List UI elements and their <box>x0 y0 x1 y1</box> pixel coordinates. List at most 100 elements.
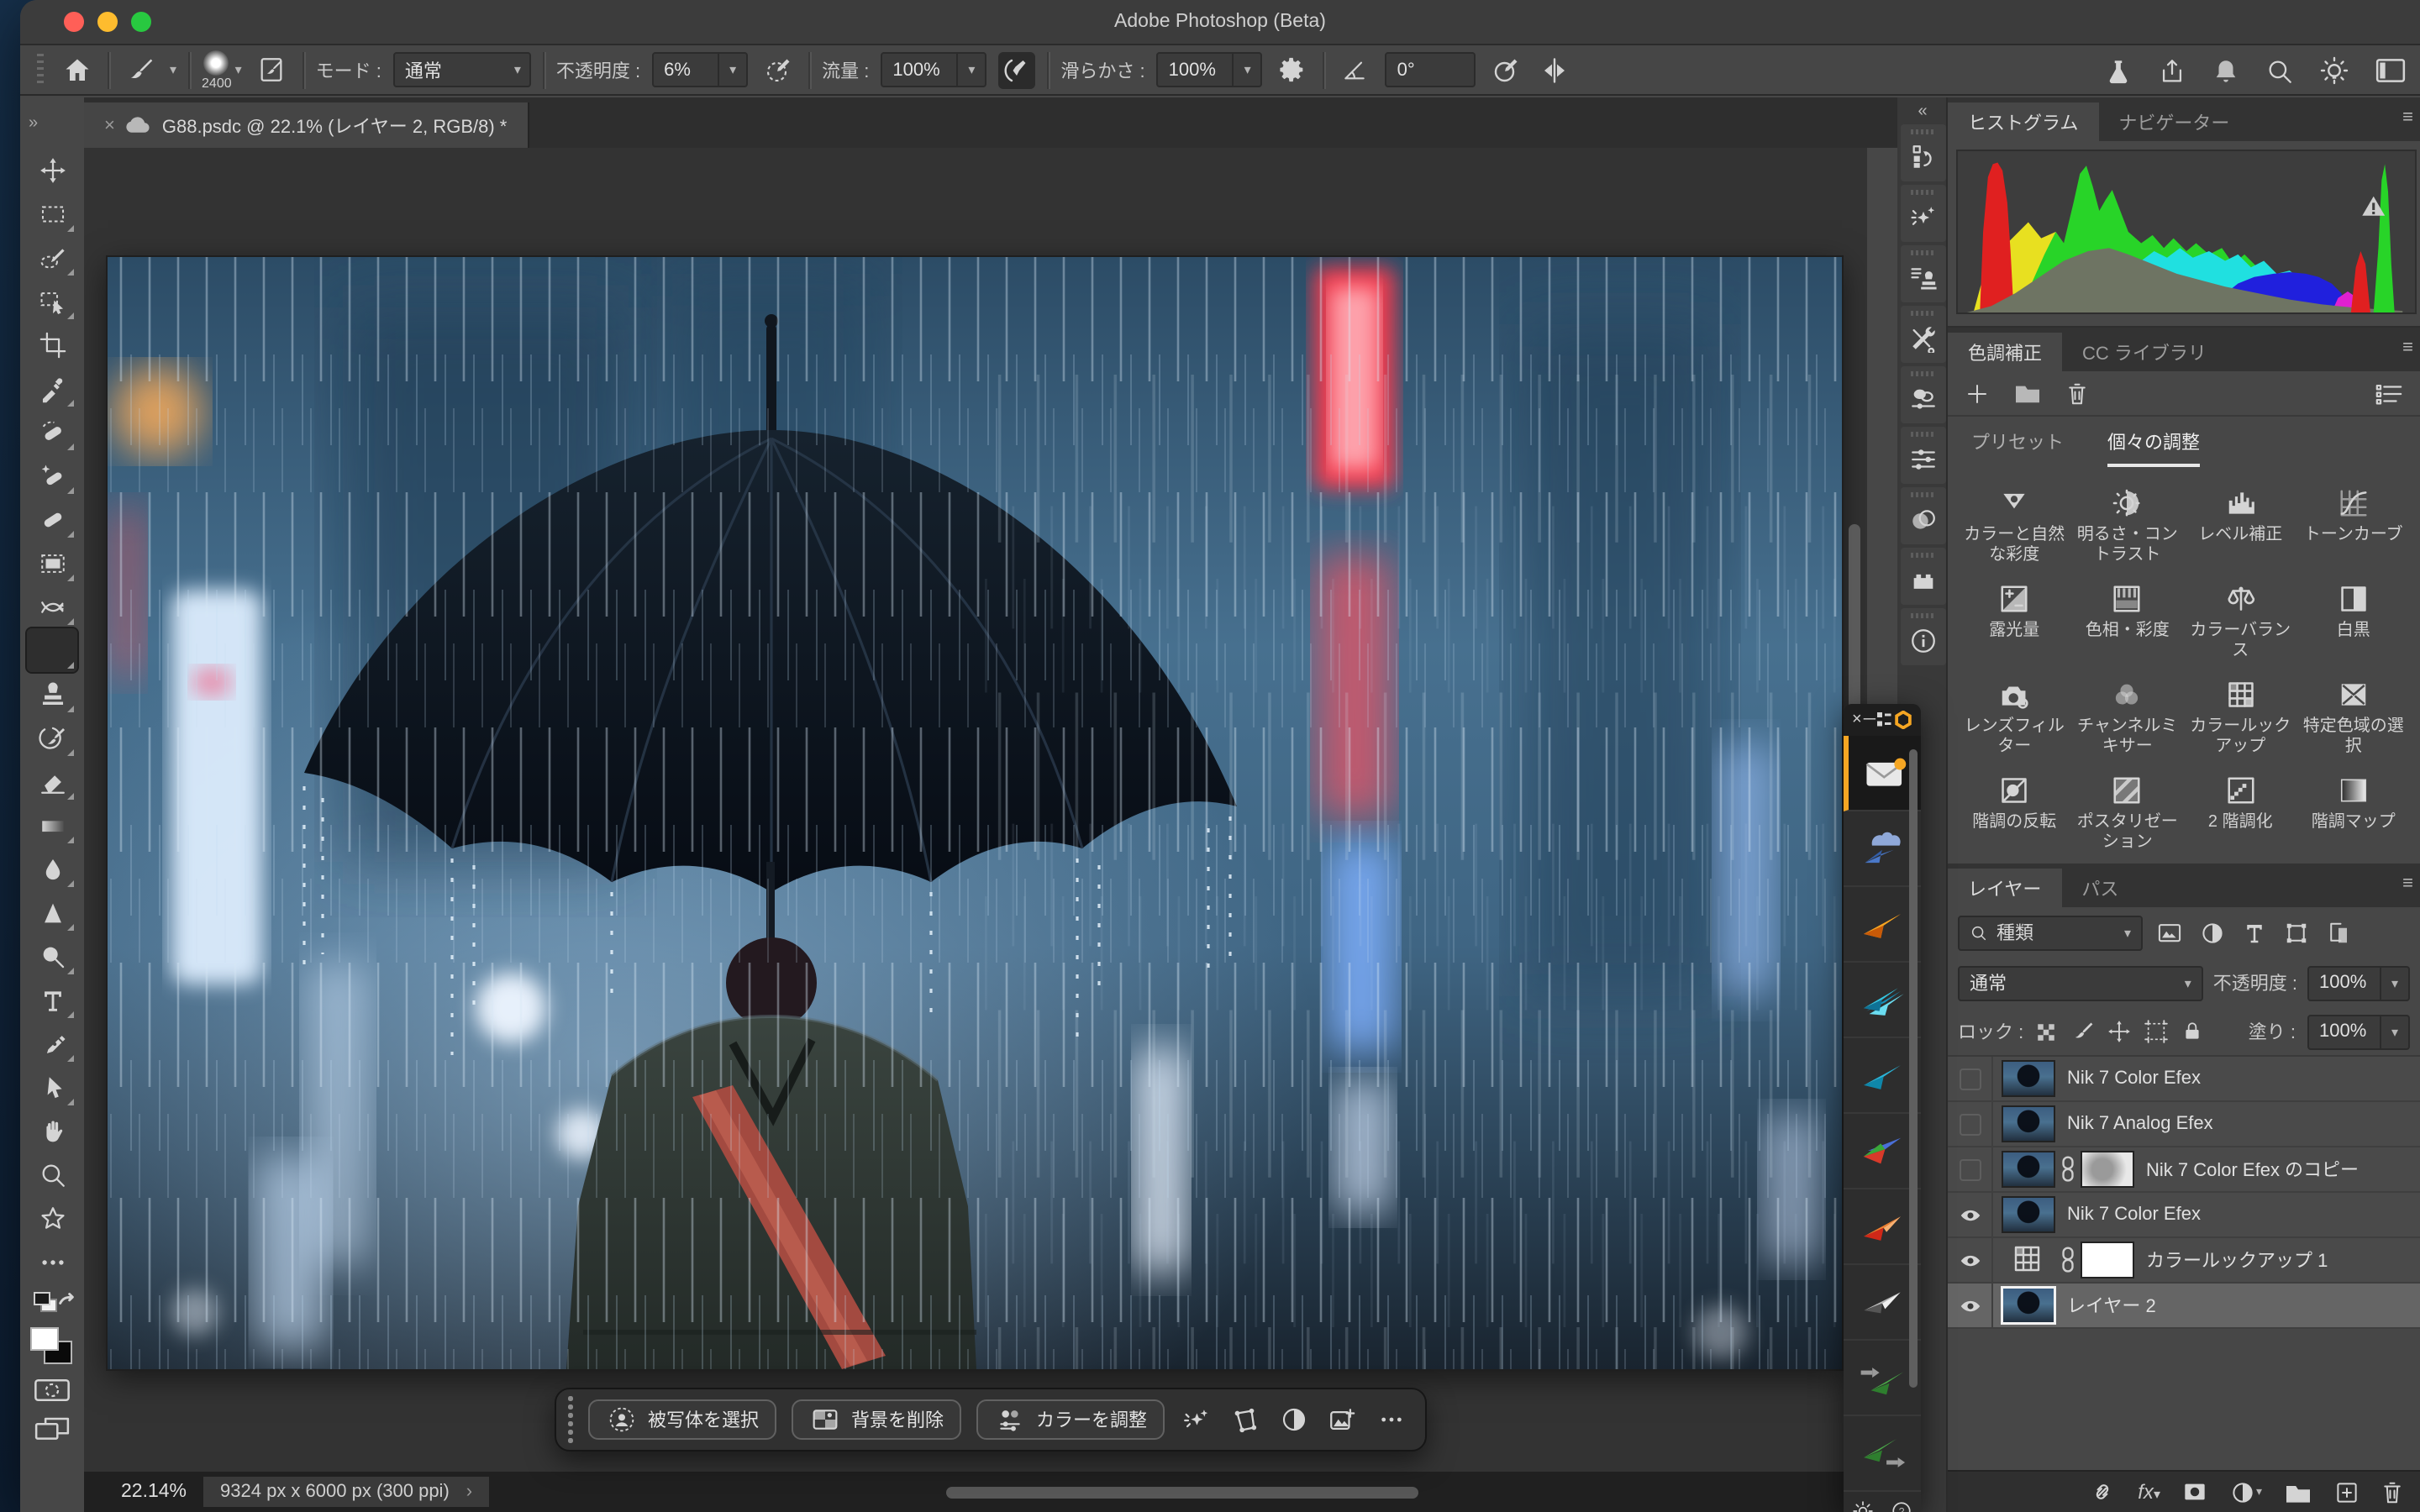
subtab-presets[interactable]: プリセット <box>1971 428 2064 467</box>
smoothing-field[interactable]: 100%▾ <box>1157 52 1263 87</box>
settings-gear-icon[interactable] <box>1852 1499 1874 1512</box>
adjustment-invert[interactable]: 階調の反転 <box>1958 774 2071 853</box>
layer-name[interactable]: Nik 7 Color Efex <box>2067 1068 2201 1089</box>
layer-thumbnail[interactable] <box>2003 1107 2054 1141</box>
zoom-window-button[interactable] <box>131 12 151 32</box>
new-layer-icon[interactable] <box>2334 1479 2360 1504</box>
remove-tool[interactable] <box>27 410 77 454</box>
tab-cc-libraries[interactable]: CC ライブラリ <box>2062 333 2227 371</box>
share-icon[interactable] <box>2158 56 2186 85</box>
layer-row[interactable]: Nik 7 Analog Efex <box>1948 1102 2420 1147</box>
pen-tool[interactable] <box>27 1021 77 1065</box>
brush-settings-gear-icon[interactable] <box>1275 51 1312 88</box>
dodge-tool[interactable] <box>27 934 77 978</box>
document-canvas-image[interactable] <box>108 257 1842 1369</box>
close-tab-icon[interactable]: × <box>104 115 115 135</box>
lock-artboard-icon[interactable] <box>2144 1020 2168 1043</box>
minimize-icon[interactable]: ─ <box>1864 711 1876 729</box>
transform-icon[interactable] <box>1228 1405 1261 1434</box>
adjust-color-button[interactable]: カラーを調整 <box>976 1399 1164 1440</box>
canvas-vertical-scrollbar[interactable] <box>1849 524 1860 726</box>
link-layers-icon[interactable] <box>2089 1478 2116 1505</box>
new-adjustment-icon[interactable]: ▾ <box>2231 1479 2262 1504</box>
panel-icon-tool-presets[interactable] <box>1900 306 1945 363</box>
adjustment-curves[interactable]: トーンカーブ <box>2297 487 2411 566</box>
pressure-size-icon[interactable] <box>1488 51 1525 88</box>
adjustment-halfcircle-icon[interactable] <box>1276 1406 1310 1433</box>
patch-tool[interactable] <box>27 541 77 585</box>
object-selection-tool[interactable] <box>27 279 77 323</box>
spot-healing-tool[interactable] <box>27 454 77 497</box>
adjustment-photofilter[interactable]: レンズフィルター <box>1958 679 2071 758</box>
fill-field[interactable]: 100%▾ <box>2307 1014 2410 1049</box>
layer-filter-kind-select[interactable]: 種類▾ <box>1958 915 2143 950</box>
screen-mode-button[interactable] <box>20 1415 84 1441</box>
layer-thumbnail[interactable] <box>2003 1062 2054 1095</box>
layer-row[interactable]: Nik 7 Color Efex <box>1948 1057 2420 1102</box>
adjustment-bw[interactable]: 白黒 <box>2297 583 2411 662</box>
hand-tool[interactable] <box>27 1109 77 1152</box>
notifications-bell-icon[interactable] <box>2212 56 2240 85</box>
select-subject-button[interactable]: 被写体を選択 <box>587 1399 776 1440</box>
mode-select[interactable]: 通常▾ <box>393 52 531 87</box>
brush-preset-picker[interactable]: 2400 ▾ <box>202 50 242 90</box>
close-window-button[interactable] <box>64 12 84 32</box>
nik-panel-scrollbar[interactable] <box>1909 749 1918 1388</box>
layer-row[interactable]: Nik 7 Color Efex <box>1948 1193 2420 1238</box>
layer-thumbnail[interactable] <box>2003 1152 2054 1186</box>
beta-flask-icon[interactable] <box>2104 56 2133 85</box>
search-icon[interactable] <box>2265 56 2294 85</box>
layer-row[interactable]: レイヤー 2 <box>1948 1284 2420 1329</box>
eraser-tool[interactable] <box>27 759 77 803</box>
panel-menu-icon[interactable]: ≡ <box>2402 108 2413 128</box>
collapse-dock-icon[interactable]: « <box>1918 102 1927 120</box>
panel-menu-icon[interactable]: ≡ <box>2402 874 2413 894</box>
panel-icon-color-mixer[interactable] <box>1900 487 1945 544</box>
options-grip[interactable] <box>37 53 44 87</box>
layer-name[interactable]: Nik 7 Color Efex のコピー <box>2146 1156 2359 1183</box>
foreground-background-swatches[interactable] <box>27 1317 77 1368</box>
airbrush-icon[interactable] <box>998 51 1035 88</box>
delete-layer-icon[interactable] <box>2381 1479 2403 1504</box>
panel-icon-info[interactable] <box>1900 608 1945 665</box>
document-tab[interactable]: × G88.psdc @ 22.1% (レイヤー 2, RGB/8) * <box>84 102 529 148</box>
lock-all-icon[interactable] <box>2181 1020 2203 1043</box>
zoom-level-value[interactable]: 22.14% <box>121 1482 187 1502</box>
layer-visibility-empty[interactable] <box>1948 1102 1993 1146</box>
symmetry-icon[interactable] <box>1537 51 1574 88</box>
layer-visibility-eye-icon[interactable] <box>1948 1193 1993 1236</box>
layer-name[interactable]: Nik 7 Color Efex <box>2067 1205 2201 1225</box>
tab-adjustments[interactable]: 色調補正 <box>1948 333 2062 371</box>
adjustment-vibrance[interactable]: カラーと自然な彩度 <box>1958 487 2071 566</box>
brush-tool-caret[interactable]: ▾ <box>170 62 176 77</box>
adjustment-lut[interactable]: カラールックアップ <box>2184 679 2297 758</box>
nik-panel-header[interactable]: × ─ <box>1844 704 1921 736</box>
layer-thumbnail[interactable] <box>2003 1198 2054 1231</box>
foreground-color[interactable] <box>30 1327 59 1351</box>
subtab-single-adjustments[interactable]: 個々の調整 <box>2107 428 2200 467</box>
layer-mask-link-icon[interactable] <box>2060 1247 2075 1273</box>
layer-name[interactable]: カラールックアップ 1 <box>2146 1247 2328 1273</box>
minimize-window-button[interactable] <box>97 12 118 32</box>
discover-lightbulb-icon[interactable] <box>2319 55 2349 86</box>
lock-pixels-icon[interactable] <box>2070 1020 2094 1043</box>
adjustment-selective[interactable]: 特定色域の選択 <box>2297 679 2411 758</box>
new-group-icon[interactable] <box>2284 1480 2312 1504</box>
tab-navigator[interactable]: ナビゲーター <box>2098 102 2249 141</box>
layer-visibility-eye-icon[interactable] <box>1948 1284 1993 1327</box>
adjustment-layers-filter-icon[interactable] <box>2200 920 2225 945</box>
content-aware-move-tool[interactable] <box>27 585 77 628</box>
panel-icon-clone-source[interactable] <box>1900 245 1945 302</box>
canvas-horizontal-scrollbar[interactable] <box>946 1487 1418 1499</box>
taskbar-drag-handle[interactable] <box>568 1397 572 1443</box>
document-size-chip[interactable]: 9324 px x 6000 px (300 ppi) › <box>203 1477 489 1507</box>
adjustment-threshold[interactable]: 2 階調化 <box>2184 774 2297 853</box>
status-chevron-icon[interactable]: › <box>466 1482 472 1502</box>
brush-tool-icon[interactable] <box>121 51 158 88</box>
layer-thumbnail[interactable] <box>2003 1289 2054 1322</box>
remove-background-button[interactable]: 背景を削除 <box>791 1399 960 1440</box>
eyedropper-tool[interactable] <box>27 366 77 410</box>
adjustment-exposure[interactable]: 露光量 <box>1958 583 2071 662</box>
pixel-layers-filter-icon[interactable] <box>2156 921 2183 944</box>
new-group-folder-icon[interactable] <box>2013 381 2042 405</box>
